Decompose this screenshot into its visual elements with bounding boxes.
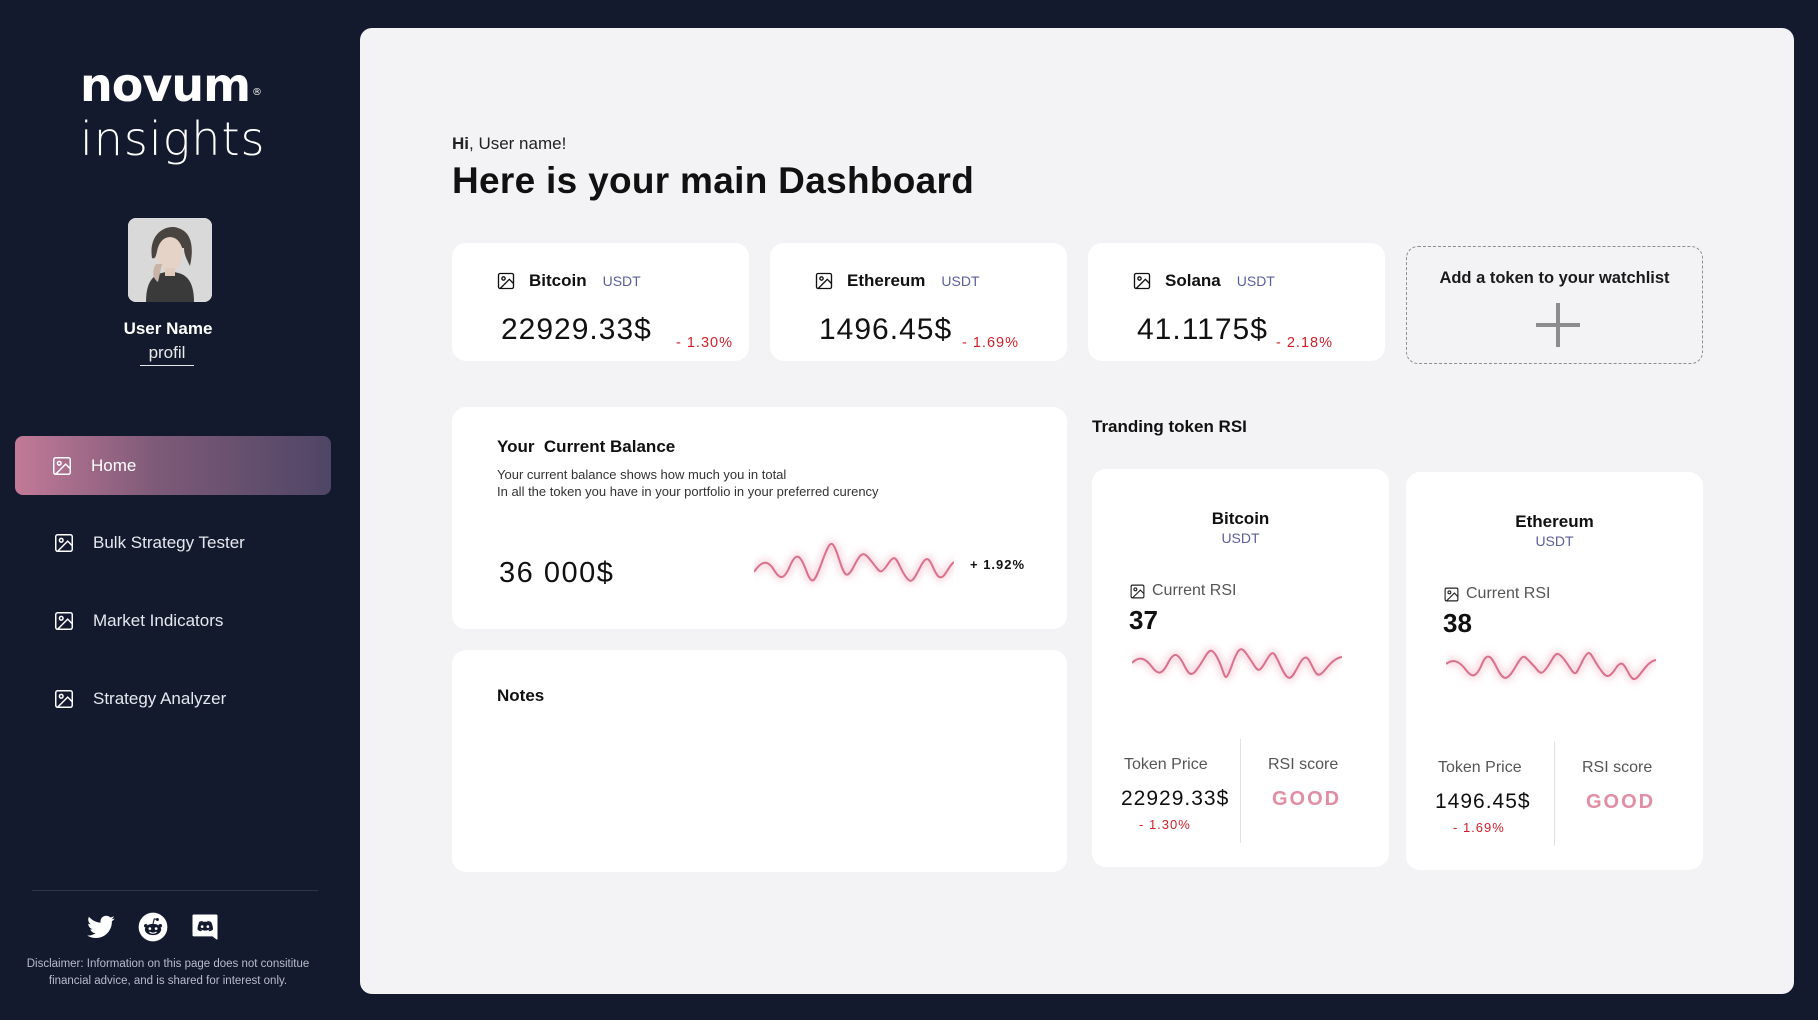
nav-item-home[interactable]: Home bbox=[15, 436, 331, 495]
token-change: - 2.18% bbox=[1276, 335, 1333, 351]
image-icon bbox=[1130, 584, 1145, 598]
logo-wordmark-top: novum ® bbox=[80, 58, 262, 112]
image-icon bbox=[55, 612, 73, 630]
image-icon bbox=[497, 272, 515, 290]
rsi-card-ethereum[interactable]: Ethereum USDT Current RSI 38 Token Price… bbox=[1406, 472, 1703, 870]
token-price-value: 22929.33$ bbox=[1121, 787, 1230, 810]
rsi-score-label: RSI score bbox=[1582, 759, 1653, 776]
rsi-token-name: Bitcoin bbox=[1211, 509, 1270, 528]
logo[interactable]: novum ® insights bbox=[80, 62, 265, 162]
token-change: - 1.69% bbox=[962, 335, 1019, 351]
token-quote: USDT bbox=[941, 273, 980, 289]
profile-link[interactable]: profil bbox=[140, 343, 194, 366]
add-token-watchlist-card[interactable]: Add a token to your watchlist bbox=[1406, 246, 1703, 364]
disclaimer: Disclaimer: Information on this page doe… bbox=[26, 958, 310, 987]
token-price: 1496.45$ bbox=[819, 313, 953, 346]
current-rsi-label: Current RSI bbox=[1129, 582, 1236, 600]
token-quote: USDT bbox=[602, 273, 641, 289]
token-name: Bitcoin bbox=[529, 271, 587, 290]
token-card-ethereum[interactable]: Ethereum USDT 1496.45$ - 1.69% bbox=[770, 243, 1067, 361]
token-name: Solana bbox=[1165, 271, 1221, 290]
token-price-change: - 1.69% bbox=[1453, 820, 1505, 835]
image-icon bbox=[1444, 587, 1459, 601]
image-icon bbox=[55, 534, 73, 552]
image-icon bbox=[55, 690, 73, 708]
main-nav: Home Bulk Strategy Tester Market Indicat… bbox=[15, 436, 331, 747]
reddit-icon[interactable] bbox=[138, 912, 168, 942]
nav-item-market-indicators[interactable]: Market Indicators bbox=[15, 591, 331, 651]
avatar[interactable] bbox=[128, 218, 212, 302]
notes-title: Notes bbox=[497, 686, 545, 705]
balance-description: Your current balance shows how much you … bbox=[497, 467, 879, 499]
rsi-sparkline bbox=[1132, 646, 1342, 681]
image-icon bbox=[53, 456, 71, 475]
nav-label: Bulk Strategy Tester bbox=[93, 533, 245, 552]
registered-mark: ® bbox=[252, 87, 262, 98]
rsi-divider bbox=[1554, 742, 1555, 846]
image-icon bbox=[1133, 272, 1151, 290]
notes-card[interactable]: Notes bbox=[452, 650, 1067, 872]
nav-label: Market Indicators bbox=[93, 611, 224, 630]
token-card-solana[interactable]: Solana USDT 41.1175$ - 2.18% bbox=[1088, 243, 1385, 361]
nav-item-bulk-strategy-tester[interactable]: Bulk Strategy Tester bbox=[15, 513, 331, 573]
token-price-label: Token Price bbox=[1438, 759, 1522, 776]
balance-title: Your Current Balance bbox=[497, 437, 676, 456]
rsi-divider bbox=[1240, 739, 1241, 843]
nav-label: Strategy Analyzer bbox=[93, 689, 227, 708]
add-token-label: Add a token to your watchlist bbox=[1439, 269, 1670, 287]
discord-icon[interactable] bbox=[190, 912, 220, 942]
token-change: - 1.30% bbox=[676, 335, 733, 351]
twitter-icon[interactable] bbox=[86, 912, 116, 942]
rsi-score-value: GOOD bbox=[1586, 791, 1656, 813]
balance-amount: 36 000$ bbox=[499, 557, 615, 589]
rsi-score-label: RSI score bbox=[1268, 756, 1339, 773]
token-price-change: - 1.30% bbox=[1139, 817, 1191, 832]
rsi-sparkline bbox=[1446, 650, 1656, 683]
sidebar-divider bbox=[32, 890, 318, 891]
main-panel: Hi, User name! Here is your main Dashboa… bbox=[360, 28, 1794, 994]
sidebar: novum ® insights User Name profil Home Bu… bbox=[0, 0, 360, 1020]
token-price-label: Token Price bbox=[1124, 756, 1208, 773]
nav-label: Home bbox=[91, 455, 137, 475]
user-name: User Name bbox=[123, 319, 213, 338]
rsi-card-bitcoin[interactable]: Bitcoin USDT Current RSI 37 Token Price … bbox=[1092, 469, 1389, 867]
balance-sparkline bbox=[754, 541, 954, 584]
rsi-score-value: GOOD bbox=[1272, 788, 1342, 810]
token-price-value: 1496.45$ bbox=[1435, 790, 1531, 813]
greeting: Hi, User name! bbox=[452, 134, 567, 153]
token-name: Ethereum bbox=[847, 271, 926, 290]
page-title: Here is your main Dashboard bbox=[452, 160, 975, 201]
nav-item-strategy-analyzer[interactable]: Strategy Analyzer bbox=[15, 669, 331, 729]
token-card-bitcoin[interactable]: Bitcoin USDT 22929.33$ - 1.30% bbox=[452, 243, 749, 361]
social-links bbox=[86, 912, 220, 942]
current-rsi-label: Current RSI bbox=[1443, 585, 1550, 603]
token-price: 41.1175$ bbox=[1137, 313, 1268, 346]
rsi-token-quote: USDT bbox=[1221, 530, 1260, 546]
logo-wordmark-bottom: insights bbox=[80, 112, 266, 166]
token-price: 22929.33$ bbox=[501, 313, 652, 346]
rsi-token-quote: USDT bbox=[1535, 533, 1574, 549]
rsi-token-name: Ethereum bbox=[1515, 512, 1594, 531]
token-quote: USDT bbox=[1236, 273, 1275, 289]
rsi-section-title: Tranding token RSI bbox=[1092, 417, 1247, 436]
balance-change: + 1.92% bbox=[970, 557, 1026, 572]
balance-card: Your Current Balance Your current balanc… bbox=[452, 407, 1067, 629]
image-icon bbox=[815, 272, 833, 290]
